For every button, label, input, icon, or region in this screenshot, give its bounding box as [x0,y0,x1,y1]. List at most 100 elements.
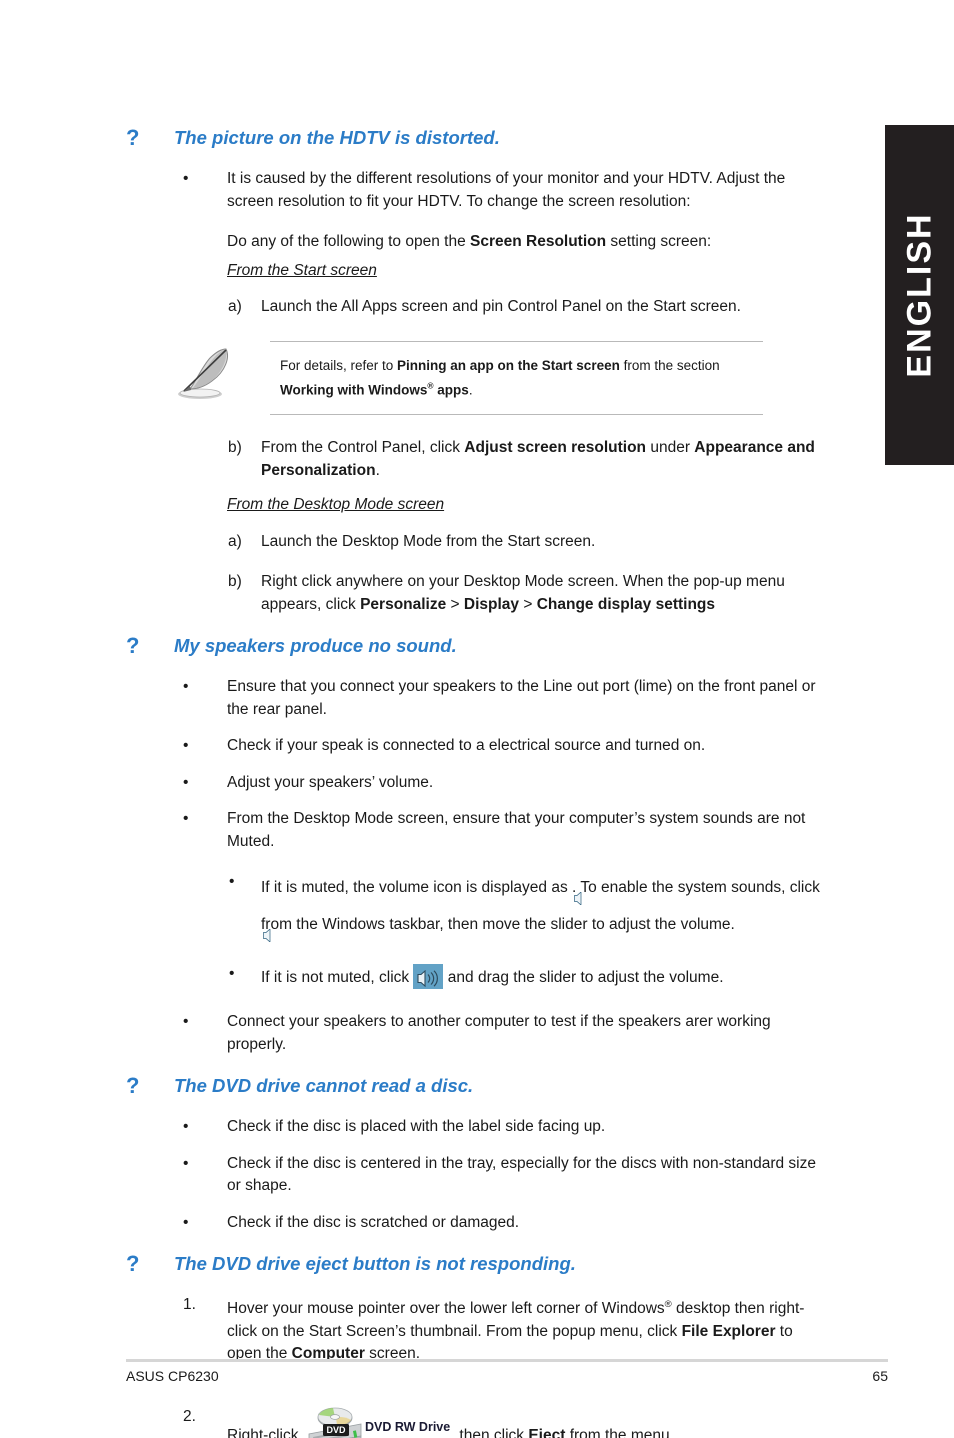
note-bold-2: Working with Windows [280,382,428,397]
note-text-wrapper: For details, refer to Pinning an app on … [270,340,763,415]
text-bold: Eject [528,1426,566,1438]
paragraph-open-screen-resolution: Do any of the following to open the Scre… [0,231,885,254]
text-pre: If it is muted, the volume icon is displ… [261,879,573,896]
list-item: • Check if your speak is connected to a … [0,735,885,758]
list-item-text: Check if your speak is connected to a el… [227,737,706,754]
note-bold-3: apps [433,382,469,397]
text-post: from the menu. [565,1426,674,1438]
text-bold-2: Display [463,595,520,613]
sub-list-item-text: If it is muted, the volume icon is displ… [261,871,823,945]
language-tab-label: ENGLISH [900,212,938,378]
text-bold-1: Personalize [360,595,447,613]
list-item-text: Connect your speakers to another compute… [227,1013,771,1053]
faq-heading-speakers: ? My speakers produce no sound. [0,634,885,658]
sub-list-item-muted: • If it is muted, the volume icon is dis… [0,871,885,945]
list-item-text: From the Desktop Mode screen, ensure tha… [227,810,806,850]
footer-divider [126,1359,888,1362]
text-mid: . To enable the system sounds, click [572,879,820,896]
page-number: 65 [872,1368,888,1384]
question-mark-icon: ? [126,1073,140,1098]
page-footer: ASUS CP6230 65 [126,1368,888,1384]
list-item-text: Check if the disc is scratched or damage… [227,1213,520,1231]
list-item: • Adjust your speakers’ volume. [0,772,885,795]
volume-muted-glyph [574,884,584,918]
dvd-rw-drive-icon[interactable]: DVD DVD RW Drive [303,1406,451,1438]
subheading-from-desktop-mode: From the Desktop Mode screen [0,494,885,517]
volume-on-icon[interactable] [413,964,444,989]
numbered-step-1: 1. Hover your mouse pointer over the low… [0,1294,885,1366]
text-sep-2: > [519,595,537,613]
bullet-icon: • [183,773,189,791]
faq-title: The DVD drive cannot read a disc. [174,1075,474,1096]
list-item-text: Check if the disc is centered in the tra… [227,1154,816,1195]
list-item-text: From the Control Panel, click Adjust scr… [261,437,823,482]
list-item-text: Ensure that you connect your speakers to… [227,678,816,718]
volume-on-glyph [417,968,439,998]
text-sep-1: > [446,595,464,613]
text-bold-1: Adjust screen resolution [464,439,647,456]
svg-text:DVD RW Drive: DVD RW Drive [365,1420,450,1434]
question-mark-icon: ? [126,125,140,150]
sub-list-item-unmuted: • If it is not muted, click and drag the… [0,963,885,993]
faq-title: The DVD drive eject button is not respon… [174,1253,576,1274]
note-bold-1: Pinning an app on the Start screen [397,357,620,373]
bullet-icon: • [183,810,189,827]
note-post: . [468,382,473,397]
svg-text:DVD: DVD [326,1425,346,1435]
list-item-text: Right click anywhere on your Desktop Mod… [261,571,823,616]
bullet-icon: • [183,170,189,187]
text-post: and drag the slider to adjust the volume… [443,969,724,986]
text-post: setting screen: [606,233,712,250]
list-item: • Check if the disc is scratched or dama… [0,1212,885,1235]
page-content: ? The picture on the HDTV is distorted. … [0,0,885,1438]
paragraph-text: Do any of the following to open the Scre… [227,231,823,254]
footer-model: ASUS CP6230 [126,1368,219,1384]
bullet-icon: • [183,1118,189,1135]
pencil-note-icon-svg [178,347,228,399]
text-bold: Screen Resolution [470,233,607,250]
dvd-rw-drive-icon-svg: DVD DVD RW Drive [308,1407,450,1438]
text-pre: If it is not muted, click [261,969,414,986]
list-item-b: b) From the Control Panel, click Adjust … [0,437,885,482]
faq-title: The picture on the HDTV is distorted. [174,127,500,148]
text-bold-1: File Explorer [681,1322,776,1340]
list-item: • Ensure that you connect your speakers … [0,676,885,721]
bullet-icon: • [229,965,235,982]
note-mid: from the section [619,357,720,373]
text-pre: Right-click [227,1426,303,1438]
text-post: . [375,461,380,479]
registered-mark: ® [664,1299,672,1310]
list-item-text: Launch the All Apps screen and pin Contr… [261,298,741,315]
document-page: ENGLISH ? The picture on the HDTV is dis… [0,0,954,1438]
list-marker: b) [228,573,242,590]
bullet-icon: • [183,678,189,695]
faq-heading-dvd-read: ? The DVD drive cannot read a disc. [0,1074,885,1098]
faq-heading-hdtv: ? The picture on the HDTV is distorted. [0,126,885,150]
volume-muted-glyph [263,921,273,955]
list-item-a: a) Launch the All Apps screen and pin Co… [0,296,885,319]
list-item: • Check if the disc is centered in the t… [0,1153,885,1198]
faq-title: My speakers produce no sound. [174,635,457,656]
list-item-text: Check if the disc is placed with the lab… [227,1118,606,1135]
faq-heading-dvd-eject: ? The DVD drive eject button is not resp… [0,1252,885,1276]
list-item: • Check if the disc is placed with the l… [0,1116,885,1139]
bullet-icon: • [229,873,235,890]
note-box: For details, refer to Pinning an app on … [160,340,763,415]
bullet-icon: • [183,737,189,754]
note-pre: For details, refer to [280,357,398,373]
list-item-text: It is caused by the different resolution… [227,170,786,210]
subheading-text: From the Desktop Mode screen [227,496,445,513]
note-text: For details, refer to Pinning an app on … [270,356,763,401]
list-item: • It is caused by the different resoluti… [0,168,885,213]
step-number: 2. [183,1407,196,1425]
question-mark-icon: ? [126,1251,140,1276]
subheading-text: From the Start screen [227,261,377,279]
list-item-b2: b) Right click anywhere on your Desktop … [0,571,885,616]
text-bold-3: Change display settings [536,595,716,613]
list-marker: a) [228,298,242,315]
bullet-icon: • [183,1154,189,1172]
numbered-step-2: 2. Right-click DVD DVD RW Drive , then c… [0,1406,885,1438]
list-item-text: Adjust your speakers’ volume. [227,773,434,791]
list-item-text: Launch the Desktop Mode from the Start s… [261,532,596,550]
step-text: Right-click DVD DVD RW Drive , then clic… [227,1406,823,1438]
